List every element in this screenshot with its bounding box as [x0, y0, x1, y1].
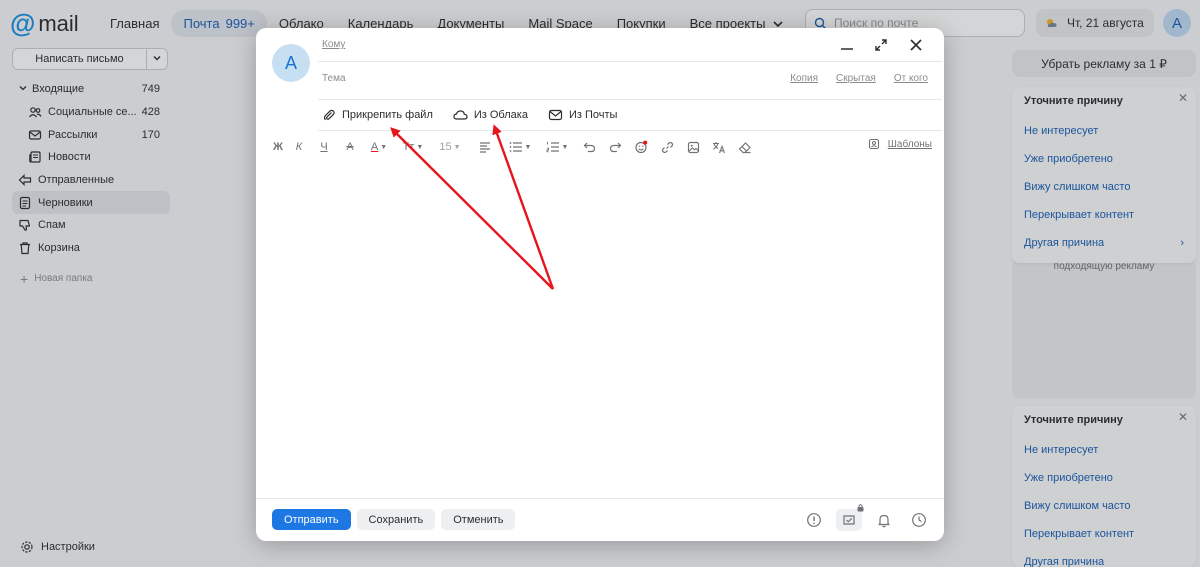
to-field[interactable]: Кому	[322, 39, 345, 50]
templates-button[interactable]: Шаблоны	[868, 138, 932, 150]
minimize-button[interactable]	[834, 34, 860, 56]
clock-icon	[912, 513, 926, 527]
align-button[interactable]	[468, 138, 502, 156]
translate-icon	[713, 141, 726, 153]
divider	[256, 498, 944, 499]
save-label: Сохранить	[368, 513, 424, 526]
font-size-select[interactable]: 15 ▼	[432, 138, 468, 156]
caret-down-icon: ▼	[416, 143, 424, 151]
read-receipt-button[interactable]	[836, 504, 864, 531]
avatar-letter: A	[284, 52, 297, 73]
caret-down-icon: ▼	[524, 143, 532, 151]
expand-button[interactable]	[868, 34, 894, 56]
cancel-button[interactable]: Отменить	[441, 509, 516, 530]
formatting-toolbar: Ж К Ч А А ▼ Тт ▼ 15 ▼ ▼ ▼	[270, 138, 936, 156]
compose-dialog: A Кому Тема Копия Скрытая От кого Прикре…	[256, 28, 944, 541]
align-left-icon	[480, 142, 490, 153]
caret-down-icon: ▼	[380, 143, 388, 151]
reminder-button[interactable]	[871, 509, 897, 531]
sender-avatar: A	[272, 44, 310, 82]
font-size-value: 15	[439, 141, 452, 153]
envelope-icon	[548, 109, 563, 121]
exclamation-icon	[807, 513, 821, 527]
recipient-links: Копия Скрытая От кого	[790, 73, 928, 84]
undo-button[interactable]	[576, 138, 602, 156]
clear-format-button[interactable]	[732, 138, 758, 156]
bcc-link[interactable]: Скрытая	[836, 73, 876, 84]
save-button[interactable]: Сохранить	[356, 509, 436, 530]
attach-file-button[interactable]: Прикрепить файл	[322, 108, 433, 122]
compose-actions: Отправить Сохранить Отменить	[272, 509, 516, 530]
importance-button[interactable]	[801, 509, 827, 531]
to-label: Кому	[322, 39, 346, 50]
numbered-list-button[interactable]: ▼	[538, 138, 576, 156]
eraser-icon	[738, 141, 751, 153]
translate-button[interactable]	[706, 138, 732, 156]
font-style-button[interactable]: Тт ▼	[394, 138, 432, 156]
bold-glyph: Ж	[273, 141, 283, 153]
emoji-button[interactable]	[628, 138, 654, 156]
attach-file-label: Прикрепить файл	[342, 109, 433, 121]
templates-label: Шаблоны	[887, 138, 932, 150]
divider	[318, 130, 942, 131]
redo-button[interactable]	[602, 138, 628, 156]
send-label: Отправить	[284, 513, 339, 526]
redo-icon	[609, 142, 621, 153]
image-icon	[687, 141, 699, 153]
paperclip-icon	[323, 109, 335, 121]
underline-glyph: Ч	[320, 141, 328, 153]
receipt-check-icon	[843, 515, 855, 525]
bold-button[interactable]: Ж	[270, 138, 286, 156]
numbered-list-icon	[546, 141, 559, 153]
list-icon	[509, 142, 522, 152]
schedule-send-button[interactable]	[906, 509, 932, 531]
from-cloud-label: Из Облака	[473, 109, 528, 121]
cancel-label: Отменить	[453, 513, 504, 526]
text-color-glyph: А	[370, 141, 379, 153]
close-button[interactable]	[903, 34, 929, 56]
cc-link[interactable]: Копия	[790, 73, 818, 84]
italic-glyph: К	[295, 141, 303, 153]
from-mail-button[interactable]: Из Почты	[548, 108, 617, 122]
bell-icon	[878, 514, 890, 528]
underline-button[interactable]: Ч	[312, 138, 336, 156]
font-glyph: Тт	[402, 141, 415, 153]
image-button[interactable]	[680, 138, 706, 156]
link-button[interactable]	[654, 138, 680, 156]
attach-toolbar: Прикрепить файл Из Облака Из Почты	[322, 106, 617, 124]
strikethrough-button[interactable]: А	[336, 138, 364, 156]
subject-field[interactable]: Тема	[322, 73, 346, 84]
text-color-button[interactable]: А ▼	[364, 138, 394, 156]
undo-icon	[583, 142, 595, 153]
from-cloud-button[interactable]: Из Облака	[453, 108, 528, 122]
template-icon	[868, 138, 879, 150]
compose-options	[801, 504, 932, 531]
italic-button[interactable]: К	[286, 138, 312, 156]
caret-down-icon: ▼	[453, 143, 461, 151]
link-icon	[661, 141, 673, 153]
divider	[318, 61, 942, 62]
close-icon	[910, 39, 922, 51]
emoji-icon	[635, 140, 648, 154]
send-button[interactable]: Отправить	[272, 509, 351, 530]
expand-icon	[875, 39, 887, 51]
lock-icon	[857, 504, 864, 512]
minimize-icon	[841, 48, 853, 50]
strike-glyph: А	[346, 141, 354, 153]
divider	[318, 99, 942, 100]
cloud-icon	[453, 110, 468, 120]
from-link[interactable]: От кого	[894, 73, 928, 84]
caret-down-icon: ▼	[561, 143, 569, 151]
from-mail-label: Из Почты	[568, 109, 618, 121]
subject-label: Тема	[322, 73, 346, 84]
indent-button[interactable]: ▼	[502, 138, 538, 156]
